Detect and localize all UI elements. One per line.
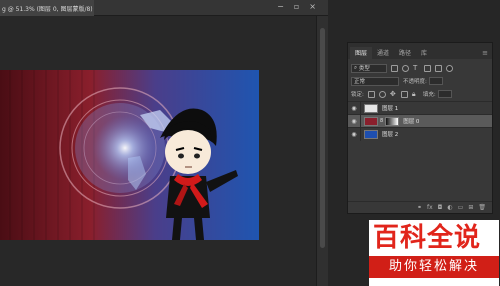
layer-row-selected[interactable]: ◉ 8 图层 0 [348, 114, 492, 128]
visibility-eye-icon[interactable]: ◉ [348, 118, 360, 125]
panel-tabs: 图层 通道 路径 库 [348, 47, 492, 59]
lock-artboard-icon[interactable] [400, 90, 408, 98]
lock-image-icon[interactable] [378, 90, 386, 98]
filter-adjustment-icon[interactable] [402, 64, 409, 72]
filter-row: ⌕ 类型 T [348, 62, 492, 74]
layer-row[interactable]: ◉ 图层 2 [348, 127, 492, 141]
close-icon[interactable]: × [309, 3, 316, 11]
visibility-eye-icon[interactable]: ◉ [348, 131, 360, 138]
tab-channels[interactable]: 通道 [372, 47, 394, 59]
filter-type-dropdown[interactable]: ⌕ 类型 [351, 63, 387, 73]
adjustment-layer-icon[interactable]: ◐ [447, 204, 452, 211]
filter-smart-object-icon[interactable] [435, 64, 442, 72]
tab-layers[interactable]: 图层 [350, 47, 373, 59]
filter-toggle-icon[interactable] [446, 64, 453, 72]
layer-row[interactable]: ◉ 图层 1 [348, 101, 492, 115]
layers-panel: 图层 通道 路径 库 ≡ ⌕ 类型 T 正常 不透明度: 锁定: ✥ 🔒︎ 填充… [347, 42, 493, 214]
layer-mask-thumbnail[interactable] [385, 116, 400, 126]
watermark-subtitle: 助你轻松解决 [369, 256, 499, 278]
window-controls: − ▫ × [277, 3, 316, 11]
new-layer-icon[interactable]: ⊞ [468, 204, 473, 211]
tab-paths[interactable]: 路径 [394, 47, 416, 59]
delete-layer-icon[interactable]: 🗑︎ [478, 204, 486, 211]
visibility-eye-icon[interactable]: ◉ [348, 105, 360, 112]
opacity-field[interactable] [428, 77, 443, 85]
restore-icon[interactable]: ▫ [294, 3, 299, 11]
layer-name: 图层 1 [382, 106, 399, 112]
fill-field[interactable] [437, 90, 452, 98]
opacity-label: 不透明度: [403, 79, 427, 85]
minimize-icon[interactable]: − [277, 3, 284, 11]
layer-thumbnail [364, 116, 378, 126]
new-group-icon[interactable]: ▭ [458, 204, 464, 211]
scrollbar-thumb[interactable] [320, 28, 325, 248]
layer-thumbnail [364, 103, 378, 113]
filter-type-icon[interactable]: T [413, 64, 420, 72]
add-mask-icon[interactable]: ◘ [438, 204, 443, 211]
layer-name: 图层 0 [403, 119, 420, 125]
link-chain-icon[interactable]: 8 [380, 118, 383, 124]
document-tab[interactable]: g @ 51.3% (图层 0, 图层蒙版/8) * [0, 0, 94, 16]
lock-row: 锁定: ✥ 🔒︎ 填充: [348, 88, 492, 100]
document-window: g @ 51.3% (图层 0, 图层蒙版/8) * − ▫ × [0, 0, 328, 286]
panel-menu-icon[interactable]: ≡ [482, 49, 488, 57]
filter-label: 类型 [358, 66, 370, 72]
panel-bottom-toolbar: ⚭ fx ◘ ◐ ▭ ⊞ 🗑︎ [348, 201, 492, 213]
blend-row: 正常 不透明度: [348, 75, 492, 87]
lock-transparent-icon[interactable] [367, 90, 375, 98]
lock-label: 锁定: [351, 92, 364, 98]
document-tab-bar: g @ 51.3% (图层 0, 图层蒙版/8) * − ▫ × [0, 0, 328, 16]
watermark-logo: 百科全说 助你轻松解决 [369, 220, 499, 286]
lock-all-icon[interactable]: 🔒︎ [412, 90, 419, 98]
link-layers-icon[interactable]: ⚭ [417, 204, 422, 211]
search-icon: ⌕ [354, 64, 358, 71]
watermark-title: 百科全说 [373, 223, 482, 253]
tab-library[interactable]: 库 [416, 47, 432, 59]
filter-pixel-icon[interactable] [391, 64, 398, 72]
blend-mode-dropdown[interactable]: 正常 [351, 76, 399, 86]
layer-thumbnail [364, 129, 378, 139]
lock-position-icon[interactable]: ✥ [390, 90, 397, 98]
artwork-image [0, 70, 259, 240]
fill-label: 填充: [422, 92, 436, 98]
fx-icon[interactable]: fx [427, 204, 433, 211]
vertical-scrollbar[interactable] [316, 16, 328, 286]
filter-shape-icon[interactable] [424, 64, 431, 72]
layer-name: 图层 2 [382, 132, 399, 138]
